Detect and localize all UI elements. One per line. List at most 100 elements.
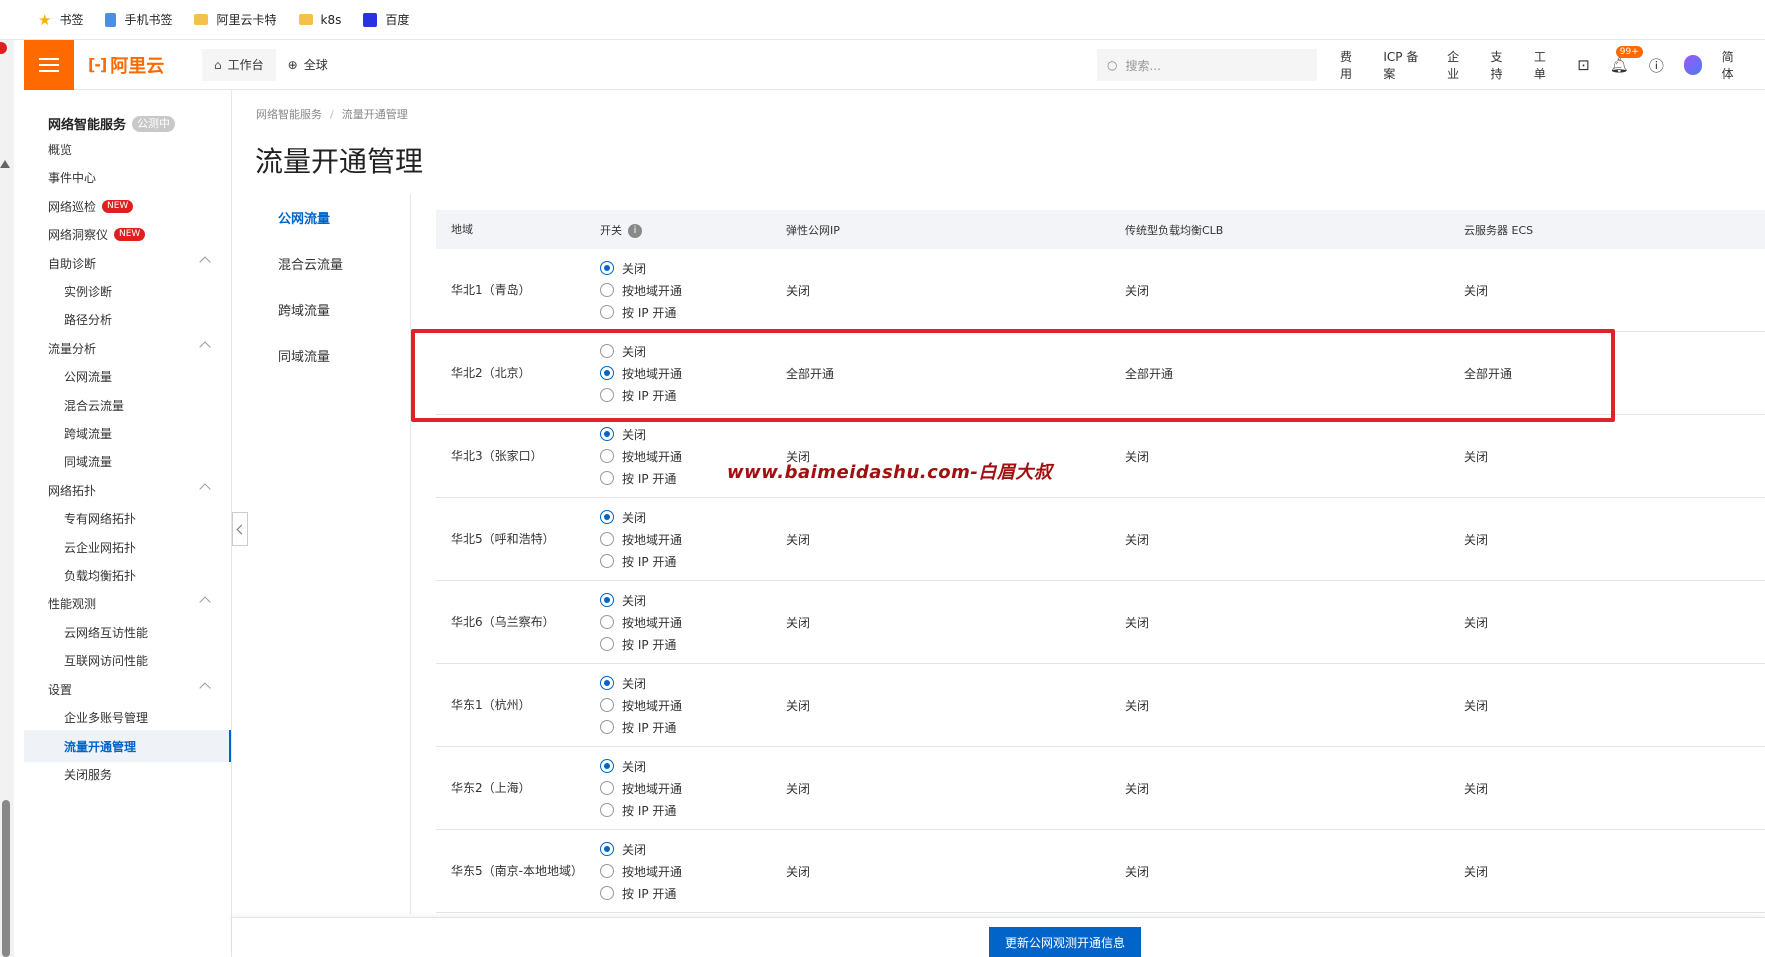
switch-radio[interactable]: 按地域开通: [600, 528, 786, 550]
header-eip: 弹性公网IP: [786, 223, 840, 237]
side-scrollbar[interactable]: [2, 800, 10, 957]
switch-radio[interactable]: 按地域开通: [600, 777, 786, 799]
info-icon[interactable]: i: [628, 223, 642, 238]
sidebar-item[interactable]: 事件中心: [24, 161, 231, 193]
cell-eip: 关闭: [786, 532, 811, 547]
sidebar-item[interactable]: 同域流量: [24, 445, 231, 477]
help-icon[interactable]: ⓘ: [1649, 55, 1664, 76]
chevron-up-icon[interactable]: [199, 483, 211, 495]
sidebar-item-label: 混合云流量: [64, 398, 125, 413]
nav-link-enterprise[interactable]: 企业: [1447, 48, 1468, 82]
chevron-up-icon[interactable]: [199, 341, 211, 353]
switch-radio[interactable]: 按 IP 开通: [600, 882, 786, 904]
switch-radio[interactable]: 关闭: [600, 672, 786, 694]
workbench-button[interactable]: ⌂ 工作台: [202, 48, 276, 81]
switch-radio[interactable]: 关闭: [600, 423, 786, 445]
tab-public-traffic[interactable]: 公网流量: [256, 194, 410, 240]
sidebar-item-label: 云网络互访性能: [64, 625, 149, 640]
avatar[interactable]: [1683, 55, 1702, 75]
sidebar-item-label: 性能观测: [48, 596, 97, 611]
switch-radio[interactable]: 按 IP 开通: [600, 301, 786, 323]
sidebar-item[interactable]: 互联网访问性能: [24, 644, 231, 676]
chevron-up-icon[interactable]: [199, 682, 211, 694]
table-row: 华北3（张家口） 关闭 按地域开通按 IP 开通 关闭 关闭 关闭: [436, 415, 1765, 498]
bell-icon[interactable]: 🔔︎ 99+: [1610, 46, 1643, 74]
radio-unchecked-icon: [600, 305, 614, 319]
bookmark-bookmarks[interactable]: ★ 书签: [38, 11, 83, 28]
tab-cross-region-traffic[interactable]: 跨域流量: [256, 286, 410, 332]
table-row: 华北1（青岛） 关闭 按地域开通按 IP 开通 关闭 关闭 关闭: [436, 249, 1765, 332]
arrow-up-icon: [0, 160, 10, 168]
search-input[interactable]: ○ 搜索...: [1097, 49, 1317, 81]
sidebar-item[interactable]: 网络洞察仪 NEW: [24, 218, 231, 250]
aliyun-logo-icon: [-]: [88, 55, 107, 74]
sidebar-item[interactable]: 关闭服务: [24, 758, 231, 790]
cell-switch: 关闭 按地域开通按 IP 开通: [586, 506, 786, 572]
switch-radio[interactable]: 按地域开通: [600, 860, 786, 882]
switch-radio[interactable]: 按 IP 开通: [600, 716, 786, 738]
sidebar-item[interactable]: 公网流量: [24, 360, 231, 392]
nav-right-group: 费用 ICP 备案 企业 支持 工单 ⊡ 🔔︎ 99+ ⓘ 简体: [1340, 40, 1765, 90]
switch-radio[interactable]: 关闭: [600, 506, 786, 528]
aliyun-logo[interactable]: [-] 阿里云: [88, 52, 198, 78]
chevron-up-icon[interactable]: [199, 256, 211, 268]
sidebar-item-label: 公网流量: [64, 369, 113, 384]
radio-label: 按地域开通: [622, 698, 683, 713]
bookmarks-bar: ★ 书签 手机书签 阿里云卡特 k8s 百度: [0, 0, 1765, 40]
switch-radio[interactable]: 关闭: [600, 838, 786, 860]
breadcrumb-item-service[interactable]: 网络智能服务: [256, 106, 322, 122]
switch-radio[interactable]: 按 IP 开通: [600, 633, 786, 655]
cell-clb: 关闭: [1125, 864, 1150, 879]
radio-label: 按 IP 开通: [622, 886, 677, 901]
chevron-up-icon[interactable]: [199, 596, 211, 608]
sidebar-item[interactable]: 专有网络拓扑: [24, 502, 231, 534]
sidebar-item-label: 跨域流量: [64, 426, 113, 441]
table-header: 地域 开关 i 弹性公网IP 传统型负载均衡CLB 云服务器 ECS: [436, 210, 1765, 249]
header-region: 地域: [451, 223, 473, 236]
nav-link-support[interactable]: 支持: [1491, 48, 1512, 82]
nav-link-billing[interactable]: 费用: [1340, 48, 1361, 82]
terminal-icon[interactable]: ⊡: [1577, 56, 1590, 74]
sidebar-item[interactable]: 路径分析: [24, 303, 231, 335]
switch-radio[interactable]: 按地域开通: [600, 694, 786, 716]
radio-label: 按地域开通: [622, 781, 683, 796]
menu-button[interactable]: [24, 39, 74, 90]
switch-radio[interactable]: 关闭: [600, 257, 786, 279]
bookmark-k8s-folder[interactable]: k8s: [298, 13, 341, 27]
switch-radio[interactable]: 关闭: [600, 755, 786, 777]
cell-switch: 关闭按地域开通按 IP 开通: [586, 755, 786, 821]
sidebar-item-label: 流量分析: [48, 341, 97, 356]
radio-unchecked-icon: [600, 615, 614, 629]
cell-clb: 关闭: [1125, 615, 1150, 630]
update-observation-button[interactable]: 更新公网观测开通信息: [989, 927, 1141, 957]
switch-radio[interactable]: 关闭: [600, 589, 786, 611]
bookmark-mobile[interactable]: 手机书签: [105, 11, 172, 28]
radio-checked-icon: [600, 676, 614, 690]
table-row: 华北5（呼和浩特） 关闭 按地域开通按 IP 开通 关闭 关闭 关闭: [436, 498, 1765, 581]
sidebar-item-label: 专有网络拓扑: [64, 511, 137, 526]
region-selector[interactable]: ⊕ 全球: [288, 56, 328, 73]
switch-radio[interactable]: 按 IP 开通: [600, 799, 786, 821]
cell-ecs: 关闭: [1464, 781, 1489, 796]
language-switch[interactable]: 简体: [1722, 48, 1743, 82]
sidebar-item[interactable]: 企业多账号管理: [24, 701, 231, 733]
sidebar-collapse-button[interactable]: [232, 512, 248, 546]
switch-radio[interactable]: 按 IP 开通: [600, 550, 786, 572]
radio-label: 按 IP 开通: [622, 305, 677, 320]
nav-link-icp[interactable]: ICP 备案: [1383, 48, 1425, 82]
tab-same-region-traffic[interactable]: 同域流量: [256, 332, 410, 378]
tab-hybrid-cloud-traffic[interactable]: 混合云流量: [256, 240, 410, 286]
bookmark-baidu[interactable]: 百度: [363, 11, 409, 28]
bookmark-aliyun-folder[interactable]: 阿里云卡特: [194, 11, 277, 28]
radio-label: 按地域开通: [622, 864, 683, 879]
radio-unchecked-icon: [600, 886, 614, 900]
cell-eip: 关闭: [786, 615, 811, 630]
cell-ecs: 关闭: [1464, 864, 1489, 879]
sidebar-item[interactable]: 性能观测: [24, 587, 231, 619]
switch-radio[interactable]: 按地域开通: [600, 611, 786, 633]
switch-radio[interactable]: 按地域开通: [600, 279, 786, 301]
nav-link-ticket[interactable]: 工单: [1534, 48, 1555, 82]
phone-icon: [105, 12, 117, 27]
cell-clb: 关闭: [1125, 532, 1150, 547]
cell-ecs: 关闭: [1464, 449, 1489, 464]
